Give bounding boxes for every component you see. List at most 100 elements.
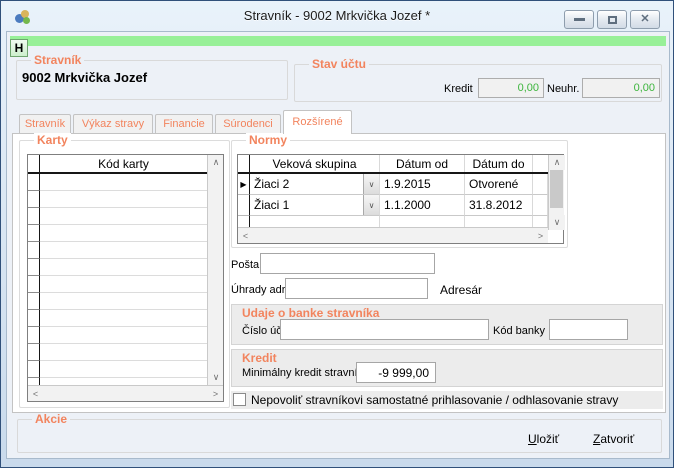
cell-kod-karty[interactable] bbox=[40, 225, 207, 242]
cell-datum-do[interactable]: 31.8.2012 bbox=[465, 195, 533, 216]
table-row[interactable] bbox=[28, 208, 207, 225]
posta-input[interactable] bbox=[260, 253, 435, 274]
karty-horizontal-scrollbar[interactable]: < > bbox=[28, 385, 223, 401]
row-selector[interactable]: ▶ bbox=[238, 174, 250, 195]
save-button[interactable]: Uložiť bbox=[528, 432, 559, 446]
scroll-left-button[interactable]: < bbox=[28, 386, 43, 401]
scroll-down-button[interactable]: ∨ bbox=[549, 215, 565, 230]
close-form-button[interactable]: Zatvoriť bbox=[593, 432, 634, 446]
cell-kod-karty[interactable] bbox=[40, 259, 207, 276]
cell-kod-karty[interactable] bbox=[40, 293, 207, 310]
scroll-right-button[interactable]: > bbox=[533, 228, 548, 243]
min-kredit-field[interactable]: -9 999,00 bbox=[356, 362, 436, 383]
cell-datum-do[interactable]: Otvorené bbox=[465, 174, 533, 195]
cell-kod-karty[interactable] bbox=[40, 327, 207, 344]
row-selector[interactable] bbox=[238, 195, 250, 216]
akcie-group: Akcie Uložiť Zatvoriť bbox=[17, 419, 662, 453]
normy-table-header: Veková skupina Dátum od Dátum do bbox=[238, 155, 548, 174]
scroll-up-button[interactable]: ∧ bbox=[208, 155, 223, 170]
table-row[interactable] bbox=[28, 225, 207, 242]
stravnik-group-label: Stravník bbox=[31, 53, 84, 68]
nepovolit-checkbox[interactable] bbox=[233, 393, 246, 406]
h-button[interactable]: H bbox=[10, 39, 28, 57]
cell-datum-od[interactable]: 1.9.2015 bbox=[380, 174, 465, 195]
cell-datum-od[interactable]: 1.1.2000 bbox=[380, 195, 465, 216]
dropdown-button[interactable]: ∨ bbox=[363, 195, 379, 215]
cell-kod-karty[interactable] bbox=[40, 310, 207, 327]
table-row[interactable]: Žiaci 1 ∨ 1.1.2000 31.8.2012 bbox=[238, 195, 548, 216]
titlebar[interactable]: Stravník - 9002 Mrkvička Jozef * ✕ bbox=[1, 1, 673, 31]
cell-kod-karty[interactable] bbox=[40, 242, 207, 259]
karty-table-body[interactable] bbox=[28, 174, 207, 385]
cell-filler bbox=[533, 174, 548, 195]
cell-kod-karty[interactable] bbox=[40, 361, 207, 378]
row-selector[interactable] bbox=[28, 361, 40, 378]
row-selector[interactable] bbox=[28, 310, 40, 327]
scroll-thumb[interactable] bbox=[550, 170, 563, 208]
close-button[interactable]: ✕ bbox=[630, 10, 660, 29]
scroll-right-button[interactable]: > bbox=[208, 386, 223, 401]
normy-column-vekova-skupina: Veková skupina bbox=[250, 155, 380, 172]
neuhr-value: 0,00 bbox=[634, 82, 655, 94]
cell-kod-karty[interactable] bbox=[40, 208, 207, 225]
row-selector[interactable] bbox=[28, 242, 40, 259]
cell-vekova-skupina[interactable]: Žiaci 1 ∨ bbox=[250, 195, 380, 216]
tab-financie[interactable]: Financie bbox=[155, 114, 213, 133]
maximize-button[interactable] bbox=[597, 10, 627, 29]
row-selector[interactable] bbox=[28, 276, 40, 293]
karty-vertical-scrollbar[interactable]: ∧ ∨ bbox=[207, 155, 223, 385]
table-row[interactable] bbox=[28, 191, 207, 208]
table-row[interactable] bbox=[28, 344, 207, 361]
cell-kod-karty[interactable] bbox=[40, 344, 207, 361]
scroll-down-button[interactable]: ∨ bbox=[208, 370, 223, 385]
cell-kod-karty[interactable] bbox=[40, 174, 207, 191]
normy-group-label: Normy bbox=[246, 133, 290, 148]
karty-table[interactable]: Kód karty ∧ ∨ < > bbox=[27, 154, 224, 402]
scroll-track[interactable] bbox=[43, 386, 208, 401]
row-selector[interactable] bbox=[28, 225, 40, 242]
app-icon bbox=[15, 9, 31, 25]
scroll-track[interactable] bbox=[208, 170, 223, 370]
row-selector[interactable] bbox=[28, 259, 40, 276]
row-selector[interactable] bbox=[28, 208, 40, 225]
table-row[interactable] bbox=[28, 242, 207, 259]
cislo-uctu-input[interactable] bbox=[280, 319, 489, 340]
table-row[interactable] bbox=[28, 276, 207, 293]
normy-horizontal-scrollbar[interactable]: < > bbox=[238, 227, 548, 243]
kod-banky-input[interactable] bbox=[549, 319, 628, 340]
normy-vertical-scrollbar[interactable]: ∧ ∨ bbox=[548, 155, 564, 230]
cell-kod-karty[interactable] bbox=[40, 276, 207, 293]
cell-vekova-skupina[interactable]: Žiaci 2 ∨ bbox=[250, 174, 380, 195]
table-row[interactable] bbox=[28, 293, 207, 310]
row-selector[interactable] bbox=[28, 293, 40, 310]
table-row[interactable]: ▶ Žiaci 2 ∨ 1.9.2015 Otvorené bbox=[238, 174, 548, 195]
table-row[interactable] bbox=[28, 378, 207, 385]
cell-kod-karty[interactable] bbox=[40, 378, 207, 385]
tab-surodenci[interactable]: Súrodenci bbox=[215, 114, 281, 133]
row-selector[interactable] bbox=[28, 327, 40, 344]
tab-page-rozsirene: Karty Kód karty ∧ ∨ bbox=[12, 133, 666, 413]
table-row[interactable] bbox=[28, 174, 207, 191]
row-selector[interactable] bbox=[28, 378, 40, 385]
tab-vykaz-stravy[interactable]: Výkaz stravy bbox=[73, 114, 153, 133]
tab-stravnik[interactable]: Stravník bbox=[19, 114, 71, 133]
cell-kod-karty[interactable] bbox=[40, 191, 207, 208]
normy-table[interactable]: Veková skupina Dátum od Dátum do ▶ Žiaci… bbox=[237, 154, 564, 244]
table-row[interactable] bbox=[28, 361, 207, 378]
scroll-track[interactable] bbox=[253, 228, 533, 243]
row-selector[interactable] bbox=[28, 191, 40, 208]
close-icon: ✕ bbox=[640, 14, 649, 25]
table-row[interactable] bbox=[28, 259, 207, 276]
uhrady-adr-input[interactable] bbox=[285, 278, 428, 299]
scroll-up-button[interactable]: ∧ bbox=[549, 155, 565, 170]
scroll-track[interactable] bbox=[549, 170, 564, 215]
row-selector[interactable] bbox=[28, 174, 40, 191]
row-selector[interactable] bbox=[28, 344, 40, 361]
minimize-button[interactable] bbox=[564, 10, 594, 29]
karty-group-label: Karty bbox=[34, 133, 71, 148]
table-row[interactable] bbox=[28, 327, 207, 344]
table-row[interactable] bbox=[28, 310, 207, 327]
dropdown-button[interactable]: ∨ bbox=[363, 174, 379, 194]
scroll-left-button[interactable]: < bbox=[238, 228, 253, 243]
tab-rozsirene[interactable]: Rozšírené bbox=[283, 110, 352, 134]
